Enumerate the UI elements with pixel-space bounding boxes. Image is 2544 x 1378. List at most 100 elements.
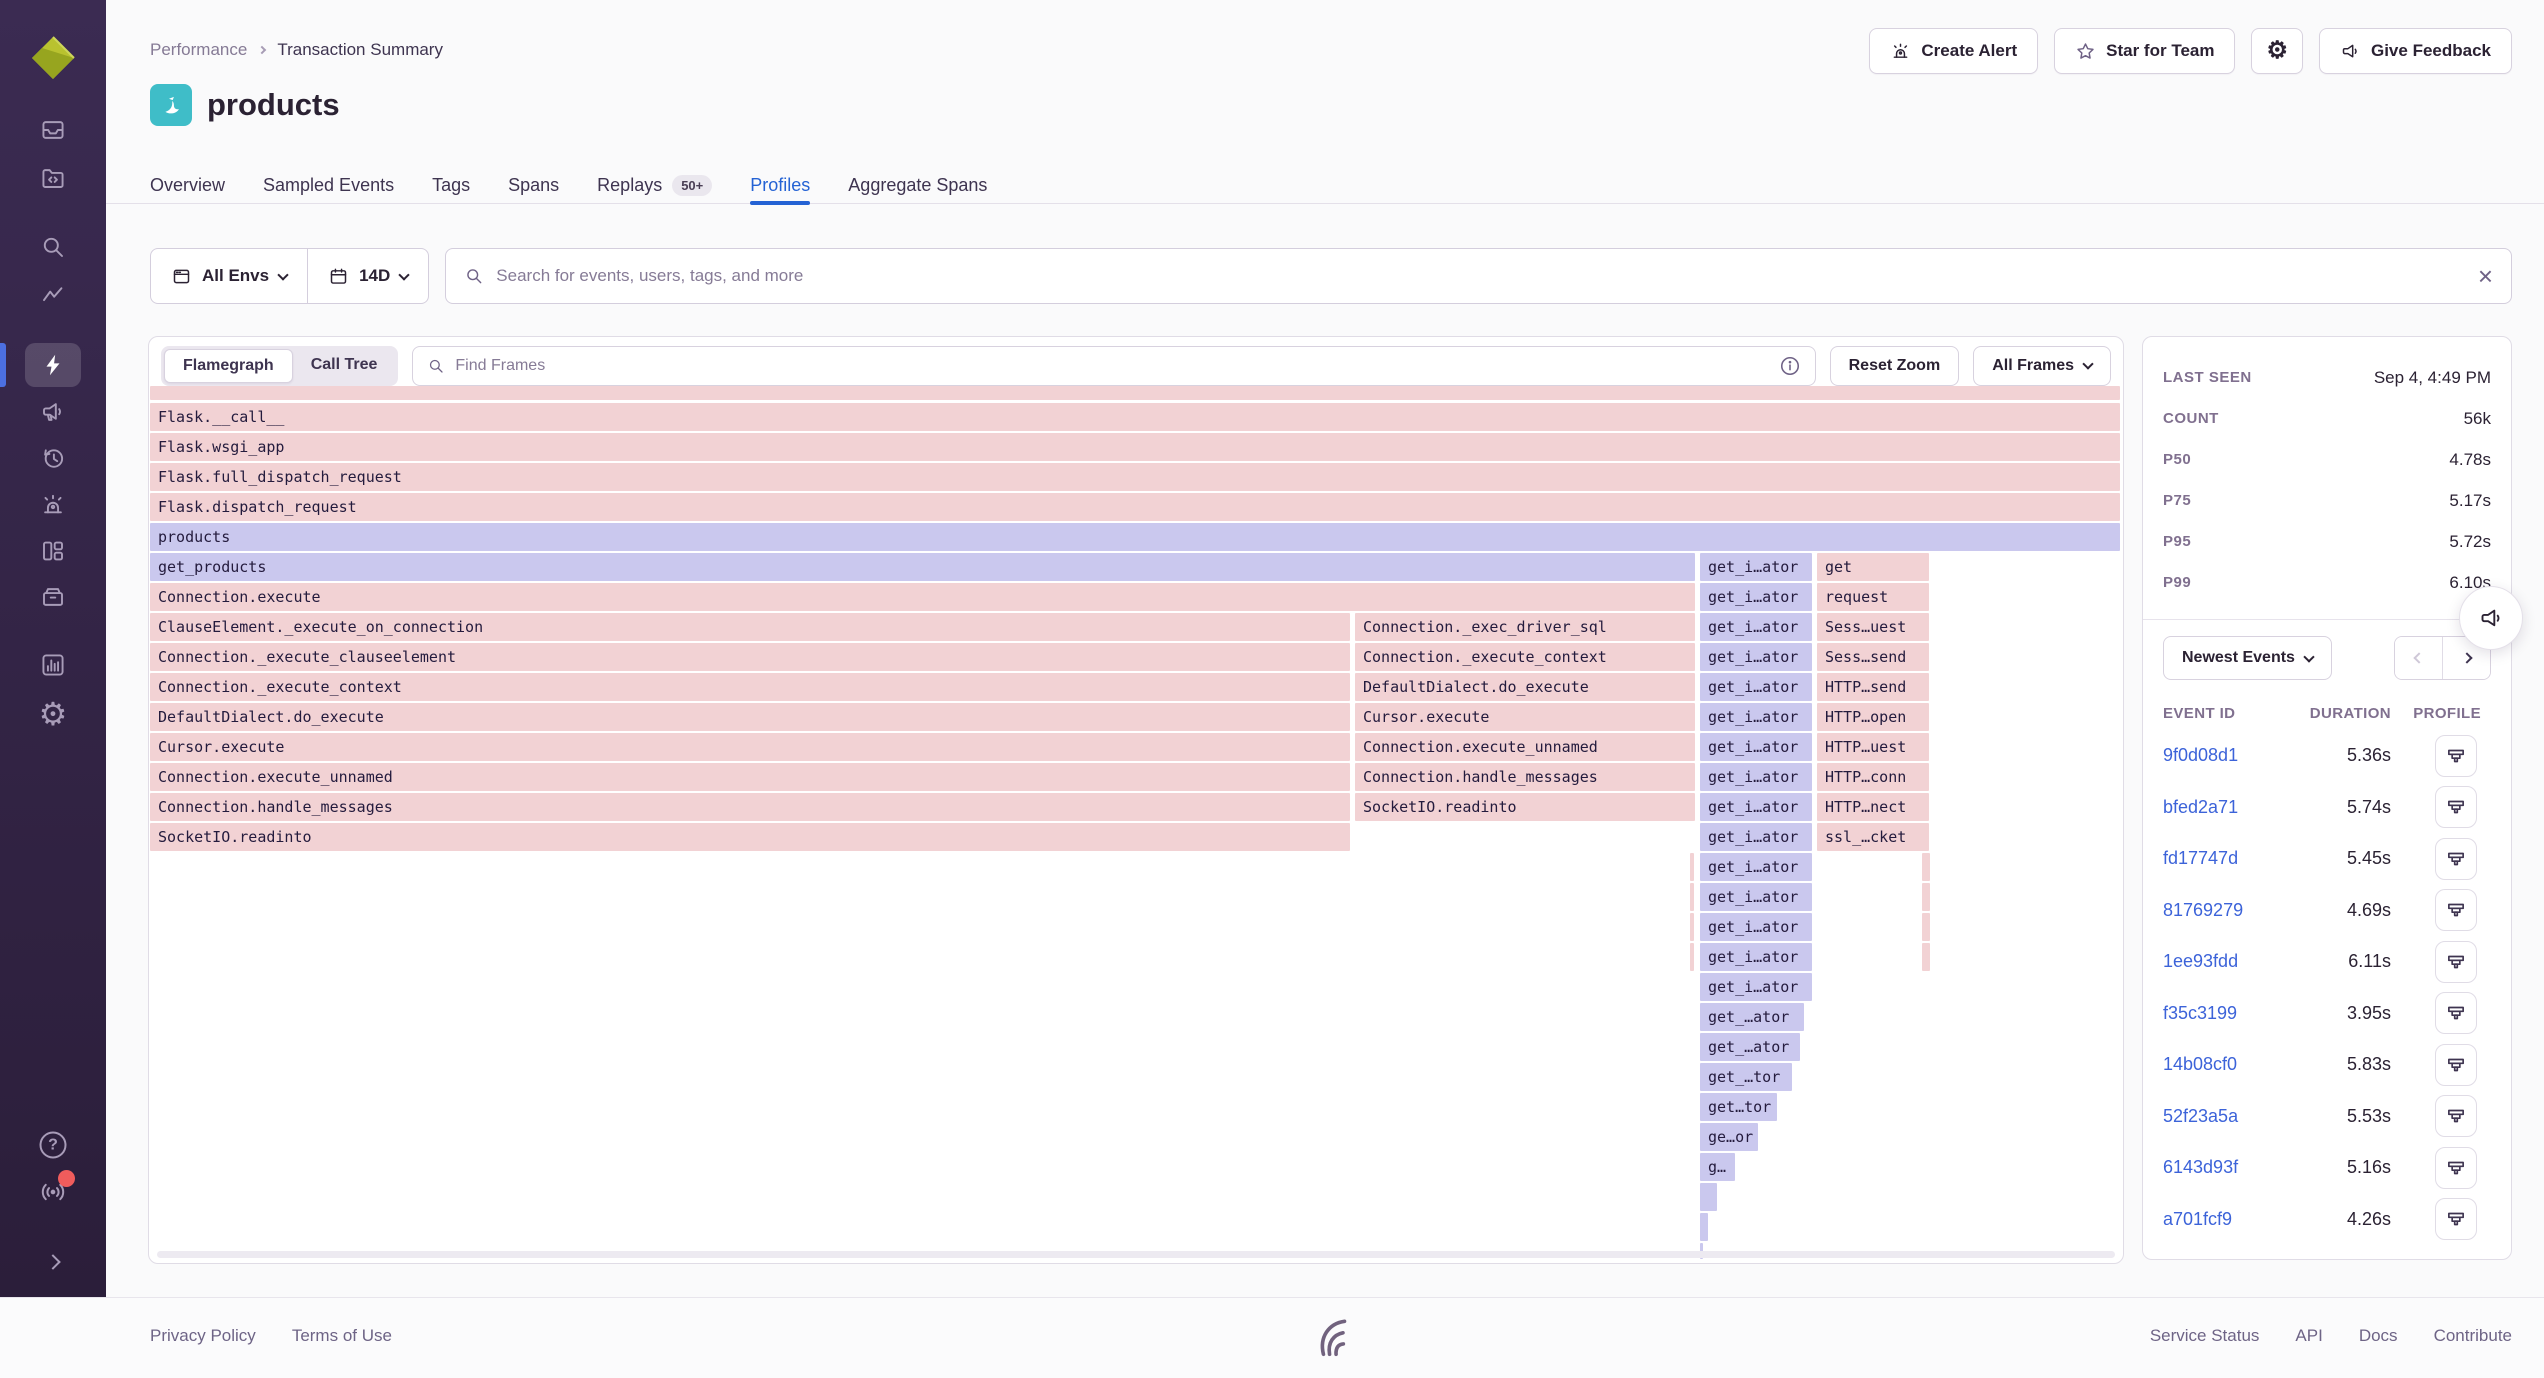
- pager-previous-button[interactable]: [2395, 637, 2442, 679]
- event-id-link[interactable]: a701fcf9: [2163, 1209, 2279, 1230]
- flame-frame[interactable]: ge…or: [1700, 1123, 1758, 1151]
- flame-frame[interactable]: get: [1817, 553, 1929, 581]
- tab-profiles[interactable]: Profiles: [750, 166, 810, 204]
- flame-frame-sliver[interactable]: [1922, 853, 1930, 881]
- event-id-link[interactable]: f35c3199: [2163, 1003, 2279, 1024]
- event-id-link[interactable]: 9f0d08d1: [2163, 745, 2279, 766]
- flame-frame[interactable]: get_i…ator: [1700, 763, 1812, 791]
- flame-frame[interactable]: Cursor.execute: [150, 733, 1350, 761]
- sentry-logo[interactable]: [30, 35, 76, 81]
- flame-frame-sliver[interactable]: [1922, 913, 1930, 941]
- tab-sampled-events[interactable]: Sampled Events: [263, 166, 394, 204]
- event-id-link[interactable]: 1ee93fdd: [2163, 951, 2279, 972]
- breadcrumb-performance[interactable]: Performance: [150, 40, 247, 60]
- flame-frame[interactable]: Flask.wsgi_app: [150, 433, 2120, 461]
- privacy-policy-link[interactable]: Privacy Policy: [150, 1326, 256, 1346]
- flame-frame[interactable]: Flask.__call__: [150, 403, 2120, 431]
- profile-button[interactable]: [2435, 992, 2477, 1034]
- flame-frame[interactable]: ClauseElement._execute_on_connection: [150, 613, 1350, 641]
- profile-button[interactable]: [2435, 1095, 2477, 1137]
- flame-frame[interactable]: products: [150, 523, 2120, 551]
- flame-frame[interactable]: request: [1817, 583, 1929, 611]
- environment-selector[interactable]: All Envs: [151, 249, 307, 303]
- flame-frame[interactable]: Connection._execute_clauseelement: [150, 643, 1350, 671]
- flame-frame-sliver[interactable]: [1690, 883, 1694, 911]
- flame-frame[interactable]: get_i…ator: [1700, 733, 1812, 761]
- flame-frame-sliver[interactable]: [1700, 1183, 1717, 1211]
- event-id-link[interactable]: 81769279: [2163, 900, 2279, 921]
- event-id-link[interactable]: 6143d93f: [2163, 1157, 2279, 1178]
- flame-frame[interactable]: get_…ator: [1700, 1033, 1800, 1061]
- flame-frame[interactable]: get_…ator: [1700, 1003, 1804, 1031]
- sidebar-item-help[interactable]: ?: [40, 1132, 67, 1159]
- profile-button[interactable]: [2435, 735, 2477, 777]
- sidebar-item-whats-new[interactable]: [39, 1178, 67, 1206]
- profile-button[interactable]: [2435, 1147, 2477, 1189]
- profile-button[interactable]: [2435, 786, 2477, 828]
- flame-frame[interactable]: get_i…ator: [1700, 853, 1812, 881]
- flame-frame[interactable]: HTTP…nect: [1817, 793, 1929, 821]
- flame-frame[interactable]: Connection.handle_messages: [150, 793, 1350, 821]
- profile-button[interactable]: [2435, 941, 2477, 983]
- flame-frame[interactable]: Connection.execute_unnamed: [150, 763, 1350, 791]
- profile-button[interactable]: [2435, 889, 2477, 931]
- flame-frame[interactable]: DefaultDialect.do_execute: [150, 703, 1350, 731]
- flame-frame[interactable]: Connection._execute_context: [150, 673, 1350, 701]
- settings-button[interactable]: ⚙: [2251, 28, 2303, 74]
- find-frames-input[interactable]: [455, 357, 1768, 375]
- date-range-selector[interactable]: 14D: [308, 249, 428, 303]
- flamegraph-canvas[interactable]: Flask.__call__ Flask.wsgi_app Flask.full…: [149, 386, 2123, 1263]
- event-id-link[interactable]: 52f23a5a: [2163, 1106, 2279, 1127]
- flame-frame[interactable]: Connection.execute: [150, 583, 1695, 611]
- flame-frame[interactable]: get_i…ator: [1700, 673, 1812, 701]
- tab-spans[interactable]: Spans: [508, 166, 559, 204]
- tab-aggregate-spans[interactable]: Aggregate Spans: [848, 166, 987, 204]
- flame-frame[interactable]: Flask.dispatch_request: [150, 493, 2120, 521]
- toggle-call-tree[interactable]: Call Tree: [293, 349, 396, 383]
- flame-frame[interactable]: Sess…uest: [1817, 613, 1929, 641]
- flame-frame-clipped[interactable]: [150, 386, 2120, 400]
- flame-frame-sliver[interactable]: [1690, 943, 1694, 971]
- flame-frame[interactable]: Sess…send: [1817, 643, 1929, 671]
- flame-frame[interactable]: get_i…ator: [1700, 793, 1812, 821]
- sidebar-item-issues[interactable]: [40, 117, 67, 144]
- search-input[interactable]: [496, 266, 2466, 286]
- flame-frame[interactable]: get_i…ator: [1700, 613, 1812, 641]
- flame-frame[interactable]: get…tor: [1700, 1093, 1777, 1121]
- sidebar-item-performance[interactable]: [40, 282, 67, 309]
- give-feedback-button[interactable]: Give Feedback: [2319, 28, 2512, 74]
- flame-frame-sliver[interactable]: [1700, 1213, 1708, 1241]
- profile-button[interactable]: [2435, 838, 2477, 880]
- star-for-team-button[interactable]: Star for Team: [2054, 28, 2235, 74]
- contribute-link[interactable]: Contribute: [2434, 1326, 2512, 1346]
- service-status-link[interactable]: Service Status: [2150, 1326, 2260, 1346]
- sidebar-item-dashboards[interactable]: [40, 538, 67, 565]
- flame-frame[interactable]: SocketIO.readinto: [1355, 793, 1695, 821]
- event-id-link[interactable]: 14b08cf0: [2163, 1054, 2279, 1075]
- sidebar-item-releases[interactable]: [40, 584, 67, 611]
- flame-frame[interactable]: HTTP…uest: [1817, 733, 1929, 761]
- flame-frame[interactable]: get_i…ator: [1700, 703, 1812, 731]
- all-frames-selector[interactable]: All Frames: [1973, 346, 2111, 386]
- event-id-link[interactable]: fd17747d: [2163, 848, 2279, 869]
- flame-frame[interactable]: Connection.execute_unnamed: [1355, 733, 1695, 761]
- docs-link[interactable]: Docs: [2359, 1326, 2398, 1346]
- create-alert-button[interactable]: Create Alert: [1869, 28, 2038, 74]
- flame-frame-sliver[interactable]: [1690, 913, 1694, 941]
- flame-frame-sliver[interactable]: [1922, 883, 1930, 911]
- sentry-footer-logo[interactable]: [1310, 1314, 1356, 1360]
- flame-frame[interactable]: HTTP…open: [1817, 703, 1929, 731]
- flame-frame[interactable]: Connection.handle_messages: [1355, 763, 1695, 791]
- sidebar-item-settings[interactable]: ⚙: [39, 698, 68, 730]
- flame-frame-sliver[interactable]: [1690, 853, 1694, 881]
- api-link[interactable]: API: [2295, 1326, 2322, 1346]
- flame-frame[interactable]: Flask.full_dispatch_request: [150, 463, 2120, 491]
- tab-overview[interactable]: Overview: [150, 166, 225, 204]
- sidebar-item-search[interactable]: [40, 234, 67, 261]
- toggle-flamegraph[interactable]: Flamegraph: [164, 349, 293, 383]
- flame-frame[interactable]: get_i…ator: [1700, 823, 1812, 851]
- flamegraph-horizontal-scrollbar[interactable]: [157, 1251, 2115, 1258]
- flame-frame[interactable]: get_products: [150, 553, 1695, 581]
- floating-feedback-button[interactable]: [2459, 586, 2523, 650]
- sidebar-item-feedback[interactable]: [40, 399, 67, 426]
